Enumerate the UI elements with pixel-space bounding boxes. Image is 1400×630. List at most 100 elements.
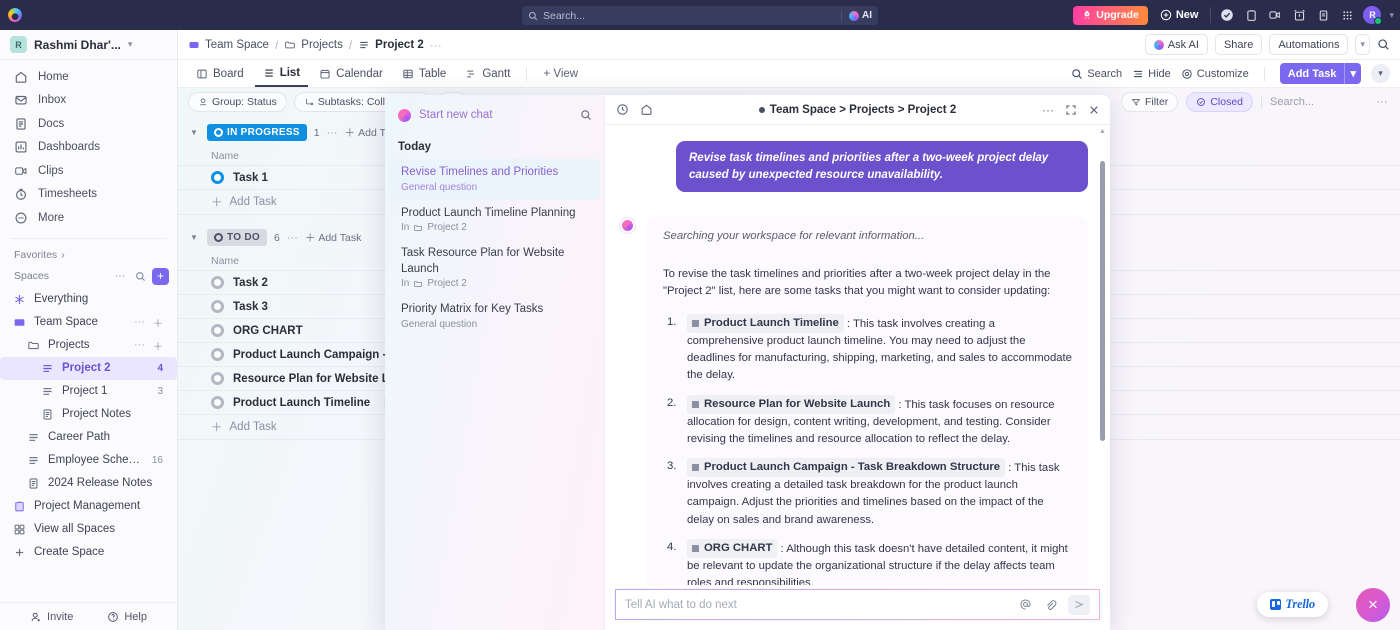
start-new-chat-button[interactable]: Start new chat (385, 105, 604, 125)
breadcrumb-team-space[interactable]: Team Space (188, 39, 269, 51)
projects-more-icon[interactable]: ··· (134, 339, 145, 351)
sidebar-item-view-all-spaces[interactable]: View all Spaces (0, 518, 177, 541)
status-badge-in-progress[interactable]: IN PROGRESS (207, 124, 307, 141)
status-badge-to-do[interactable]: TO DO (207, 229, 267, 246)
attachment-icon[interactable] (1043, 598, 1057, 611)
breadcrumb-overflow-icon[interactable]: ··· (430, 38, 442, 52)
share-button[interactable]: Share (1214, 34, 1263, 55)
task-status-icon[interactable] (211, 372, 224, 385)
view-overflow-button[interactable]: ▾ (1371, 64, 1390, 83)
help-button[interactable]: Help (107, 611, 147, 623)
task-reference-chip[interactable]: Resource Plan for Website Launch (687, 394, 896, 414)
chevron-down-icon[interactable]: ▾ (1389, 10, 1394, 21)
filter-chip[interactable]: Filter (1120, 92, 1179, 112)
user-avatar[interactable]: R (1363, 6, 1383, 25)
closed-chip[interactable]: Closed (1186, 92, 1253, 112)
sidebar-item-create-space[interactable]: Create Space (0, 541, 177, 564)
group-by-chip[interactable]: Group: Status (188, 92, 287, 112)
breadcrumb-project-2[interactable]: Project 2 (358, 39, 424, 51)
history-icon[interactable] (615, 103, 629, 116)
group-more-icon[interactable]: ··· (327, 127, 338, 139)
sidebar-item-timesheets[interactable]: Timesheets (0, 183, 177, 207)
tab-gantt[interactable]: Gantt (457, 60, 518, 87)
close-icon[interactable] (1088, 104, 1100, 116)
new-button[interactable]: New (1156, 9, 1203, 21)
tab-board[interactable]: Board (188, 60, 252, 87)
sidebar-item-team-space[interactable]: Team Space ··· ＋ (0, 311, 177, 334)
add-task-button[interactable]: Add Task ▾ (1279, 63, 1361, 84)
tab-table[interactable]: Table (394, 60, 455, 87)
sidebar-item-employee-schedule[interactable]: Employee Schedule 16 (0, 449, 177, 472)
sidebar-item-project-1[interactable]: Project 1 3 (0, 380, 177, 403)
sidebar-favorites-section[interactable]: Favorites › (0, 245, 177, 265)
task-reference-chip[interactable]: Product Launch Campaign - Task Breakdown… (687, 458, 1006, 478)
sidebar-item-more[interactable]: More (0, 206, 177, 230)
timer-icon[interactable] (1291, 7, 1307, 23)
upgrade-button[interactable]: Upgrade (1073, 5, 1148, 25)
sidebar-item-project-management[interactable]: Project Management (0, 495, 177, 518)
task-status-icon[interactable] (211, 300, 224, 313)
hide-button[interactable]: Hide (1132, 68, 1171, 80)
breadcrumb-projects[interactable]: Projects (284, 39, 343, 51)
sidebar-item-docs[interactable]: Docs (0, 112, 177, 136)
sidebar-item-inbox[interactable]: Inbox (0, 89, 177, 113)
collapse-caret-icon[interactable]: ▼ (190, 128, 200, 137)
sidebar-item-career-path[interactable]: Career Path (0, 426, 177, 449)
tab-list[interactable]: List (254, 60, 309, 87)
trello-badge[interactable]: Trello (1257, 592, 1328, 617)
expand-icon[interactable] (1065, 104, 1077, 116)
sidebar-item-project-2[interactable]: Project 2 4 (0, 356, 177, 380)
sidebar-item-2024-release-notes[interactable]: 2024 Release Notes (0, 472, 177, 495)
add-task-dropdown-icon[interactable]: ▾ (1345, 67, 1361, 80)
task-reference-chip[interactable]: Product Launch Timeline (687, 313, 844, 333)
list-overflow-icon[interactable]: ··· (1374, 94, 1390, 110)
task-status-icon[interactable] (211, 348, 224, 361)
spaces-search-icon[interactable] (132, 268, 148, 284)
sidebar-item-clips[interactable]: Clips (0, 159, 177, 183)
group-add-task-button[interactable]: ＋ Add Task (305, 230, 362, 245)
sidebar-item-projects[interactable]: Projects ··· ＋ (0, 334, 177, 357)
header-search-button[interactable] (1377, 38, 1390, 51)
task-status-icon[interactable] (211, 396, 224, 409)
send-button[interactable] (1068, 594, 1090, 615)
sidebar-item-everything[interactable]: Everything (0, 288, 177, 311)
tab-calendar[interactable]: Calendar (311, 60, 391, 87)
sidebar-item-home[interactable]: Home (0, 65, 177, 89)
check-circle-icon[interactable] (1219, 7, 1235, 23)
task-status-icon[interactable] (211, 276, 224, 289)
team-space-more-icon[interactable]: ··· (134, 316, 145, 328)
chat-history-item-product-launch-timeline-planning[interactable]: Product Launch Timeline Planning In Proj… (389, 200, 600, 241)
projects-add-icon[interactable]: ＋ (153, 338, 171, 353)
sidebar-item-project-notes[interactable]: Project Notes (0, 403, 177, 426)
spaces-more-icon[interactable]: ··· (112, 268, 128, 284)
task-status-icon[interactable] (211, 324, 224, 337)
chat-history-item-revise-timelines[interactable]: Revise Timelines and Priorities General … (389, 159, 600, 200)
group-more-icon[interactable]: ··· (287, 232, 298, 244)
chat-history-item-priority-matrix[interactable]: Priority Matrix for Key Tasks General qu… (389, 296, 600, 337)
sidebar-item-dashboards[interactable]: Dashboards (0, 136, 177, 160)
ask-ai-button[interactable]: Ask AI (1144, 34, 1208, 55)
close-widget-button[interactable]: × (1356, 588, 1390, 622)
task-status-icon[interactable] (211, 171, 224, 184)
ai-panel-scrollbar[interactable]: ▲ ▼ (1099, 128, 1106, 585)
invite-button[interactable]: Invite (30, 611, 73, 623)
clickup-logo-button[interactable] (0, 8, 30, 22)
ai-prompt-input[interactable]: Tell AI what to do next (625, 599, 1007, 611)
scrollbar-thumb[interactable] (1100, 161, 1105, 441)
document-icon[interactable] (1315, 7, 1331, 23)
scroll-up-arrow-icon[interactable]: ▲ (1099, 128, 1106, 135)
video-clip-icon[interactable] (1267, 7, 1283, 23)
customize-button[interactable]: Customize (1181, 68, 1249, 80)
list-search-input[interactable]: Search... (1270, 96, 1366, 108)
home-icon[interactable] (639, 103, 653, 116)
create-space-plus-button[interactable]: + (152, 267, 169, 285)
team-space-add-icon[interactable]: ＋ (153, 315, 171, 330)
ai-composer[interactable]: Tell AI what to do next (615, 589, 1100, 620)
mention-icon[interactable] (1018, 598, 1032, 611)
automations-button[interactable]: Automations (1269, 34, 1349, 55)
task-reference-chip[interactable]: ORG CHART (687, 538, 778, 558)
search-ai-button[interactable]: AI (841, 10, 872, 21)
chat-history-item-task-resource-plan[interactable]: Task Resource Plan for Website Launch In… (389, 240, 600, 296)
chat-search-icon[interactable] (580, 109, 592, 121)
workspace-switcher[interactable]: R Rashmi Dhar'... ▾ (0, 30, 177, 60)
